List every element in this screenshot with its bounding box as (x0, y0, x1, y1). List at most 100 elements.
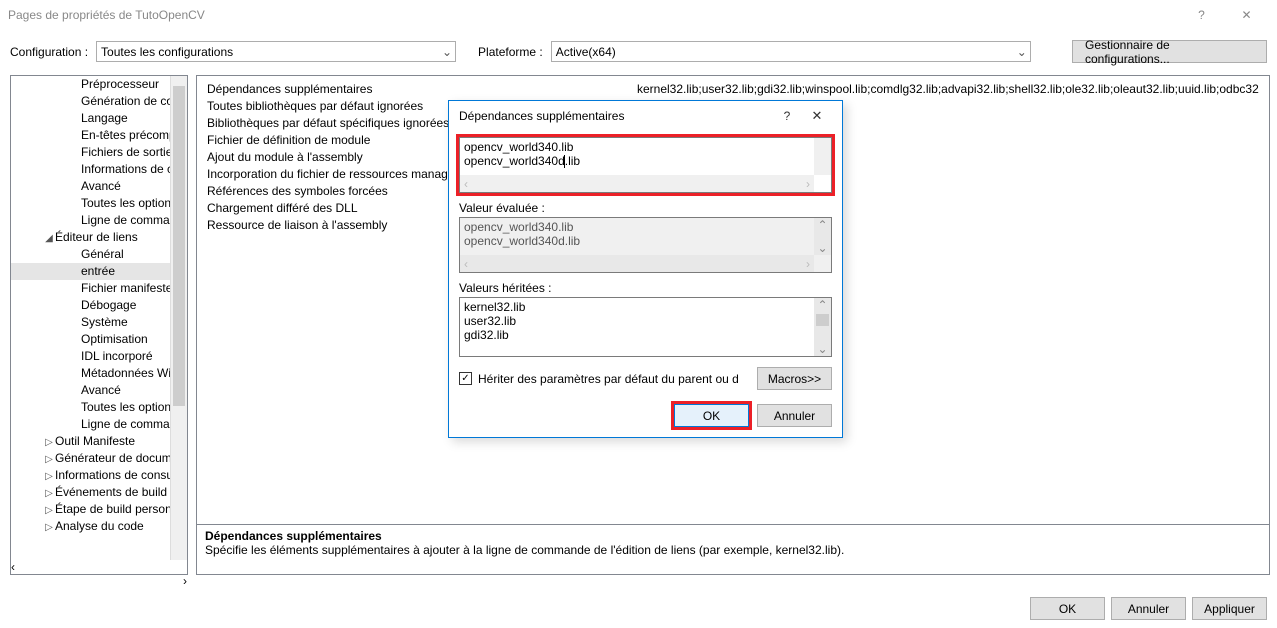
tree-item[interactable]: ◢Éditeur de liens (11, 229, 187, 246)
caret-closed-icon: ▷ (43, 503, 55, 518)
edit-line: opencv_world340d.lib (464, 154, 813, 168)
dependencies-dialog: Dépendances supplémentaires ? ✕ opencv_w… (448, 100, 843, 438)
apply-button[interactable]: Appliquer (1192, 597, 1267, 620)
tree-panel: PréprocesseurGénération de codeLangage En… (10, 75, 188, 575)
tree-item[interactable]: ▷Événements de build (11, 484, 187, 501)
caret-closed-icon: ▷ (43, 469, 55, 484)
tree-item[interactable]: Préprocesseur (11, 76, 187, 93)
platform-label: Plateforme : (478, 45, 543, 59)
tree-item[interactable]: Ligne de commande (11, 212, 187, 229)
chevron-up-icon: ⌃ (814, 218, 831, 232)
platform-dropdown[interactable]: Active(x64) ⌄ (551, 41, 1031, 62)
tree-item[interactable]: Avancé (11, 178, 187, 195)
description-panel: Dépendances supplémentaires Spécifie les… (197, 524, 1269, 574)
dependencies-editbox[interactable]: opencv_world340.lib opencv_world340d.lib… (459, 137, 832, 193)
close-button[interactable]: ✕ (1224, 0, 1269, 30)
dialog-ok-button[interactable]: OK (674, 404, 749, 427)
help-button[interactable]: ? (1179, 0, 1224, 30)
tree-item[interactable]: ▷Générateur de documents (11, 450, 187, 467)
tree-item-label: Fichier manifeste (81, 281, 172, 295)
tree-item[interactable]: ▷Étape de build personnalisée (11, 501, 187, 518)
ok-button[interactable]: OK (1030, 597, 1105, 620)
tree-hscrollbar[interactable]: ‹ › (11, 560, 187, 574)
evaluated-label: Valeur évaluée : (459, 201, 832, 215)
tree-item[interactable]: Informations de consultation (11, 161, 187, 178)
caret-closed-icon: ▷ (43, 486, 55, 501)
tree-item-label: Optimisation (81, 332, 148, 346)
tree-item-label: entrée (81, 264, 115, 278)
prop-row[interactable]: Dépendances supplémentaireskernel32.lib;… (207, 80, 1259, 97)
configuration-dropdown[interactable]: Toutes les configurations ⌄ (96, 41, 456, 62)
tree-item[interactable]: ▷Analyse du code (11, 518, 187, 535)
caret-closed-icon: ▷ (43, 520, 55, 535)
caret-open-icon: ◢ (43, 231, 55, 246)
cancel-button[interactable]: Annuler (1111, 597, 1186, 620)
inherit-label: Hériter des paramètres par défaut du par… (478, 372, 738, 386)
caret-closed-icon: ▷ (43, 435, 55, 450)
edit-line: opencv_world340.lib (464, 140, 813, 154)
dialog-cancel-button[interactable]: Annuler (757, 404, 832, 427)
dialog-title: Dépendances supplémentaires (459, 109, 624, 123)
inh-line: kernel32.lib (464, 300, 813, 314)
tree-item[interactable]: ▷Outil Manifeste (11, 433, 187, 450)
tree-item[interactable]: Génération de code (11, 93, 187, 110)
tree-item-label: IDL incorporé (81, 349, 153, 363)
chevron-down-icon: ⌄ (438, 42, 455, 61)
tree-item[interactable]: Métadonnées Windows (11, 365, 187, 382)
dialog-close-button[interactable]: ✕ (802, 101, 832, 131)
tree-item[interactable]: Avancé (11, 382, 187, 399)
tree-item[interactable]: entrée (11, 263, 187, 280)
editbox-vscrollbar[interactable] (814, 138, 831, 175)
caret-closed-icon: ▷ (43, 452, 55, 467)
configuration-label: Configuration : (10, 45, 88, 59)
chevron-down-icon: ⌄ (814, 241, 831, 255)
tree-item[interactable]: Toutes les options (11, 399, 187, 416)
tree-item[interactable]: Fichier manifeste (11, 280, 187, 297)
prop-name: Dépendances supplémentaires (207, 82, 637, 96)
inhbox-vscrollbar[interactable]: ⌃ ⌄ (814, 298, 831, 356)
evalbox-vscrollbar[interactable]: ⌃ ⌄ (814, 218, 831, 255)
footer: OK Annuler Appliquer (1030, 597, 1267, 620)
tree-item-label: Général (81, 247, 124, 261)
description-title: Dépendances supplémentaires (205, 529, 1261, 543)
tree-item[interactable]: Fichiers de sortie (11, 144, 187, 161)
tree-item-label: Système (81, 315, 128, 329)
tree-item[interactable]: ▷Informations de consultation (11, 467, 187, 484)
tree-item[interactable]: Système (11, 314, 187, 331)
chevron-right-icon: › (183, 574, 187, 588)
prop-value: kernel32.lib;user32.lib;gdi32.lib;winspo… (637, 82, 1259, 96)
tree-item-label: Toutes les options (81, 400, 177, 414)
evaluated-box: opencv_world340.lib opencv_world340d.lib… (459, 217, 832, 273)
editbox-hscrollbar[interactable]: ‹› (460, 175, 814, 192)
tree-item[interactable]: Optimisation (11, 331, 187, 348)
tree-item-label: Événements de build (55, 485, 167, 499)
macros-button[interactable]: Macros>> (757, 367, 832, 390)
tree-item[interactable]: Général (11, 246, 187, 263)
tree-vscrollbar[interactable] (170, 76, 187, 560)
description-text: Spécifie les éléments supplémentaires à … (205, 543, 1261, 557)
tree-item[interactable]: Ligne de commande (11, 416, 187, 433)
evalbox-hscrollbar[interactable]: ‹› (460, 255, 814, 272)
inh-line: gdi32.lib (464, 328, 813, 342)
inh-line: user32.lib (464, 314, 813, 328)
tree-item-label: Informations de consultation (55, 468, 187, 482)
tree-item-label: Langage (81, 111, 128, 125)
window-title: Pages de propriétés de TutoOpenCV (8, 8, 205, 22)
dialog-help-button[interactable]: ? (772, 101, 802, 131)
chevron-left-icon: ‹ (11, 560, 15, 574)
config-manager-button[interactable]: Gestionnaire de configurations... (1072, 40, 1267, 63)
eval-line: opencv_world340.lib (464, 220, 813, 234)
inherit-checkbox[interactable]: ✓ (459, 372, 472, 385)
chevron-down-icon: ⌄ (1013, 42, 1030, 61)
tree-item[interactable]: IDL incorporé (11, 348, 187, 365)
tree-item-label: Étape de build personnalisée (55, 502, 187, 516)
inherited-label: Valeurs héritées : (459, 281, 832, 295)
configuration-value: Toutes les configurations (101, 45, 233, 59)
eval-line: opencv_world340d.lib (464, 234, 813, 248)
tree-item[interactable]: En-têtes précompilés (11, 127, 187, 144)
tree-item[interactable]: Toutes les options (11, 195, 187, 212)
tree-item-label: Avancé (81, 383, 121, 397)
tree-item[interactable]: Langage (11, 110, 187, 127)
tree[interactable]: PréprocesseurGénération de codeLangage En… (11, 76, 187, 560)
tree-item[interactable]: Débogage (11, 297, 187, 314)
